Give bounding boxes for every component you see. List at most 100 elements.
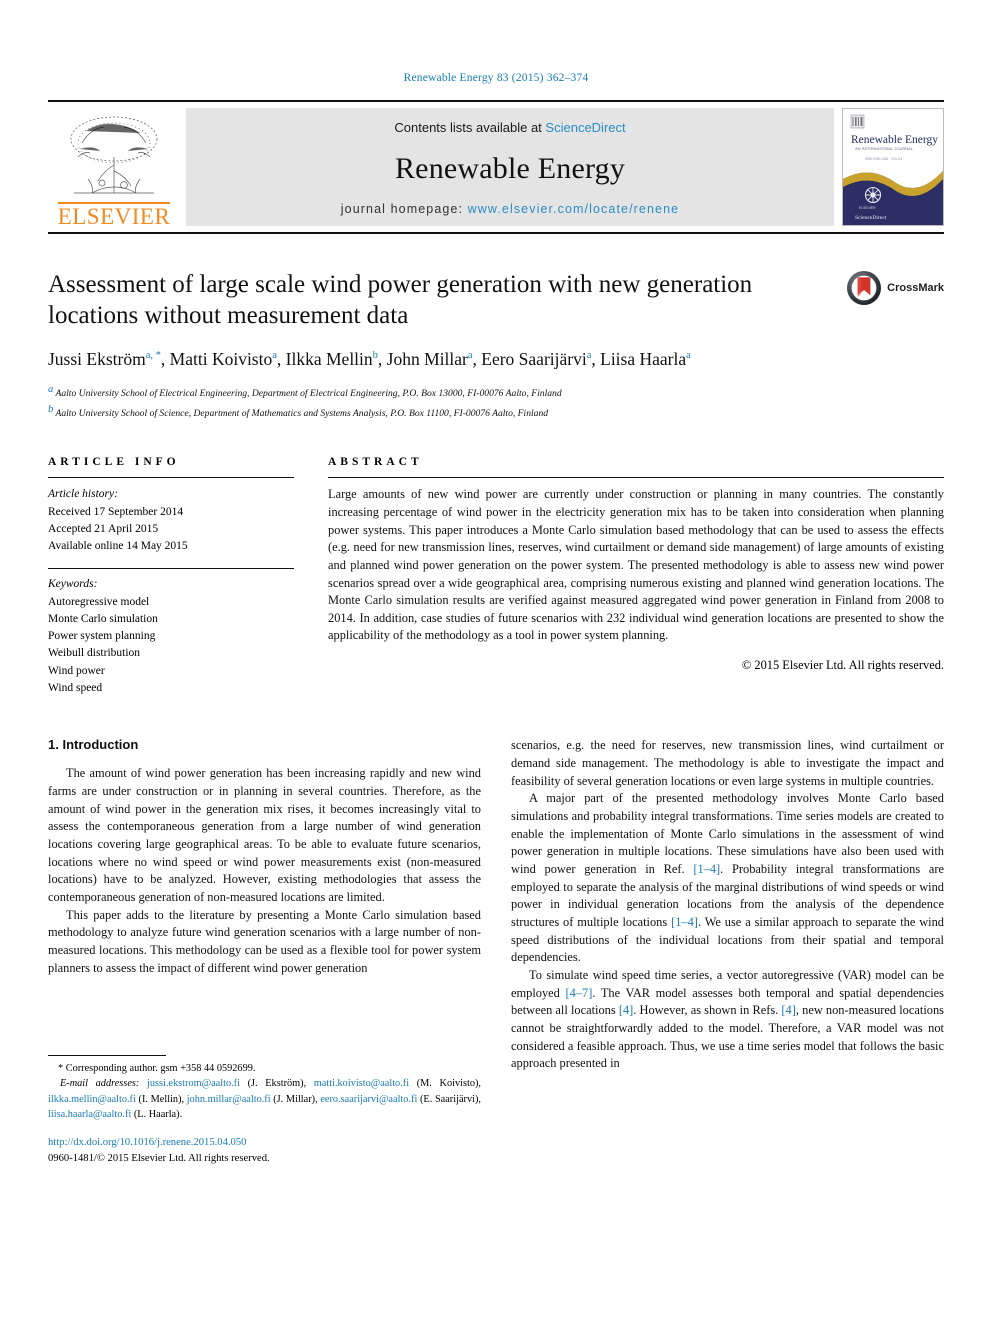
journal-title: Renewable Energy — [394, 151, 626, 185]
author-list: Jussi Ekströma, *, Matti Koivistoa, Ilkk… — [48, 349, 691, 369]
body-column-right: scenarios, e.g. the need for reserves, n… — [511, 737, 944, 1167]
keyword-item: Autoregressive model — [48, 595, 150, 608]
citation-link[interactable]: [1–4] — [693, 862, 720, 876]
body-columns: 1. Introduction The amount of wind power… — [48, 737, 944, 1167]
doi-block: http://dx.doi.org/10.1016/j.renene.2015.… — [48, 1135, 481, 1167]
keywords-label: Keywords: — [48, 578, 98, 591]
doi-link[interactable]: http://dx.doi.org/10.1016/j.renene.2015.… — [48, 1135, 481, 1151]
author-affiliation-marker: a — [467, 350, 473, 362]
article-history-list: Received 17 September 2014 Accepted 21 A… — [48, 504, 294, 556]
keyword-item: Monte Carlo simulation — [48, 612, 158, 625]
paragraph: This paper adds to the literature by pre… — [48, 907, 481, 975]
article-history-label: Article history: — [48, 488, 118, 501]
corresponding-author-note: * Corresponding author. gsm +358 44 0592… — [58, 1062, 256, 1074]
info-abstract-row: ARTICLE INFO Article history: Received 1… — [48, 456, 944, 697]
affiliation-item: a Aalto University School of Electrical … — [48, 382, 944, 402]
journal-article-page: Renewable Energy 83 (2015) 362–374 ELSEV… — [0, 0, 992, 1323]
masthead-center: Contents lists available at ScienceDirec… — [186, 108, 834, 226]
section-title: Introduction — [62, 737, 139, 753]
author-item: John Millara — [387, 349, 473, 369]
affiliation-marker: b — [48, 404, 54, 416]
affiliation-item: b Aalto University School of Science, De… — [48, 402, 944, 422]
email-label: E-mail addresses: — [60, 1078, 140, 1090]
divider — [328, 477, 944, 479]
elsevier-tree-icon — [70, 116, 158, 194]
svg-text:AN INTERNATIONAL JOURNAL: AN INTERNATIONAL JOURNAL — [855, 146, 914, 151]
divider — [48, 568, 294, 570]
paragraph-text: . However, as shown in Refs. — [633, 1003, 782, 1018]
abstract-copyright: © 2015 Elsevier Ltd. All rights reserved… — [741, 657, 944, 672]
affiliation-marker: a — [48, 384, 54, 396]
citation-link[interactable]: [1–4] — [671, 915, 698, 929]
svg-text:ELSEVIER: ELSEVIER — [859, 206, 876, 210]
footnote-block: * Corresponding author. gsm +358 44 0592… — [48, 1054, 481, 1168]
email-link[interactable]: john.millar@aalto.fi — [187, 1094, 271, 1105]
history-item: Available online 14 May 2015 — [48, 540, 188, 553]
email-owner: (L. Haarla) — [133, 1109, 180, 1120]
contents-prefix: Contents lists available at — [394, 120, 542, 135]
author-name: Jussi Ekström — [48, 349, 146, 369]
email-owner: (E. Saarijärvi) — [419, 1093, 479, 1105]
email-link[interactable]: jussi.ekstrom@aalto.fi — [147, 1078, 240, 1089]
paragraph: To simulate wind speed time series, a ve… — [511, 967, 944, 1073]
svg-text:ScienceDirect: ScienceDirect — [855, 215, 887, 221]
contents-lists-line: Contents lists available at ScienceDirec… — [394, 120, 625, 135]
email-link[interactable]: matti.koivisto@aalto.fi — [314, 1078, 409, 1089]
author-name: Eero Saarijärvi — [481, 349, 587, 369]
email-link[interactable]: liisa.haarla@aalto.fi — [48, 1109, 131, 1120]
section-number: 1. — [48, 737, 59, 753]
citation-link[interactable]: [4–7] — [565, 986, 592, 1000]
crossmark-label: CrossMark — [887, 282, 944, 294]
keyword-item: Power system planning — [48, 630, 156, 643]
author-affiliation-marker: a, * — [145, 350, 161, 362]
affiliation-text: Aalto University School of Electrical En… — [55, 388, 562, 400]
journal-homepage-line: journal homepage: www.elsevier.com/locat… — [341, 202, 679, 216]
author-name: Matti Koivisto — [169, 349, 273, 369]
homepage-url-link[interactable]: www.elsevier.com/locate/renene — [468, 202, 680, 216]
journal-cover-image: Renewable Energy AN INTERNATIONAL JOURNA… — [843, 109, 943, 225]
sciencedirect-link[interactable]: ScienceDirect — [545, 120, 625, 135]
homepage-prefix: journal homepage: — [340, 202, 464, 216]
email-addresses-note: E-mail addresses: jussi.ekstrom@aalto.fi… — [48, 1078, 481, 1120]
keywords-list: Autoregressive model Monte Carlo simulat… — [48, 594, 294, 698]
journal-cover-thumbnail[interactable]: Renewable Energy AN INTERNATIONAL JOURNA… — [842, 108, 944, 226]
author-affiliation-marker: a — [586, 350, 592, 362]
email-link[interactable]: eero.saarijarvi@aalto.fi — [320, 1094, 417, 1105]
author-affiliation-marker: b — [372, 350, 378, 362]
author-name: Liisa Haarla — [600, 349, 687, 369]
author-item: Eero Saarijärvia — [481, 349, 591, 369]
history-item: Accepted 21 April 2015 — [48, 522, 159, 535]
email-owner: (J. Ekström) — [247, 1078, 304, 1090]
abstract-heading: ABSTRACT — [328, 456, 423, 469]
article-info-column: ARTICLE INFO Article history: Received 1… — [48, 456, 294, 697]
author-name: John Millar — [386, 349, 468, 369]
crossmark-badge[interactable]: CrossMark — [846, 270, 944, 306]
article-title: Assessment of large scale wind power gen… — [48, 271, 753, 329]
email-link[interactable]: ilkka.mellin@aalto.fi — [48, 1094, 136, 1105]
running-head: Renewable Energy 83 (2015) 362–374 — [403, 72, 589, 84]
footnote-divider — [48, 1054, 166, 1056]
author-name: Ilkka Mellin — [285, 349, 373, 369]
citation-link[interactable]: [4] — [619, 1003, 633, 1017]
article-info-heading: ARTICLE INFO — [48, 456, 180, 469]
journal-masthead: ELSEVIER Contents lists available at Sci… — [48, 100, 944, 234]
keyword-item: Wind speed — [48, 681, 103, 694]
author-item: Matti Koivistoa — [170, 349, 277, 369]
affiliation-list: a Aalto University School of Electrical … — [48, 382, 944, 422]
citation-link[interactable]: [4] — [781, 1003, 795, 1017]
issn-copyright-line: 0960-1481/© 2015 Elsevier Ltd. All right… — [48, 1153, 270, 1165]
abstract-text: Large amounts of new wind power are curr… — [328, 487, 944, 643]
elsevier-wordmark: ELSEVIER — [57, 202, 171, 229]
email-owner: (J. Millar) — [273, 1093, 316, 1105]
email-owner: (M. Koivisto) — [416, 1078, 479, 1090]
keyword-item: Wind power — [48, 664, 105, 677]
elsevier-logo: ELSEVIER — [48, 102, 180, 232]
crossmark-icon — [847, 271, 882, 305]
author-affiliation-marker: a — [686, 350, 691, 362]
section-heading-introduction: 1. Introduction — [48, 737, 481, 752]
keyword-item: Weibull distribution — [48, 647, 141, 660]
author-affiliation-marker: a — [272, 350, 277, 362]
author-item: Jussi Ekströma, * — [48, 349, 161, 369]
history-item: Received 17 September 2014 — [48, 505, 184, 518]
divider — [48, 477, 294, 479]
